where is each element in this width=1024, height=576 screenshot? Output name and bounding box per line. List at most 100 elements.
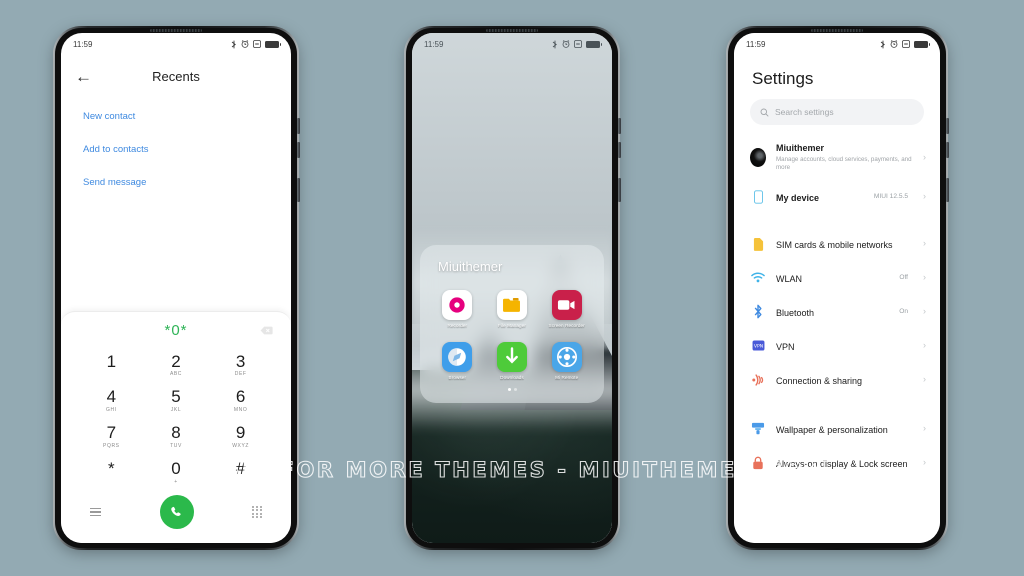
side-button-volume-down[interactable]	[297, 142, 300, 158]
dialpad-key-2[interactable]: 2 ABC	[144, 348, 209, 382]
battery-icon	[914, 40, 930, 48]
settings-group-personalization: Wallpaper & personalization › Always-on di…	[734, 412, 940, 482]
settings-row-label: VPN	[776, 341, 795, 352]
settings-row-label: Bluetooth	[776, 307, 815, 318]
app-recorder[interactable]: Recorder	[430, 290, 485, 328]
page-title: Settings	[752, 69, 814, 88]
sim-card-icon	[750, 237, 766, 251]
call-icon	[171, 506, 182, 516]
vpn-icon: VPN	[750, 340, 766, 351]
dialpad-key-star[interactable]: *	[79, 455, 144, 489]
recorder-icon	[442, 290, 473, 320]
side-button-volume-up[interactable]	[297, 118, 300, 134]
phone-homescreen: 11:59 Miuithemer Recorder File Manager Scr…	[404, 26, 621, 550]
dialpad-key-9[interactable]: 9 WXYZ	[208, 419, 273, 453]
search-placeholder: Search settings	[775, 107, 834, 117]
app-label: Mi Remote	[555, 375, 579, 380]
earpiece-icon	[811, 29, 863, 32]
alarm-icon	[890, 40, 898, 48]
page-indicator	[430, 388, 594, 391]
send-message-link[interactable]: Send message	[83, 177, 269, 188]
search-icon	[760, 108, 769, 117]
dialpad-key-digit: 2	[171, 351, 181, 371]
settings-row-label: SIM cards & mobile networks	[776, 239, 893, 250]
file-manager-icon	[496, 290, 527, 320]
dialpad-key-letters: DEF	[234, 371, 247, 378]
chevron-right-icon: ›	[923, 272, 926, 283]
settings-row-value: On	[899, 308, 908, 316]
bluetooth-icon	[231, 40, 236, 48]
dialpad-key-digit: #	[235, 459, 246, 479]
side-button-power[interactable]	[946, 178, 949, 202]
app-file-manager[interactable]: File Manager	[485, 290, 540, 328]
dialpad-key-5[interactable]: 5 JKL	[144, 383, 209, 417]
side-button-volume-down[interactable]	[946, 142, 949, 158]
settings-row-wallpaper-personalization[interactable]: Wallpaper & personalization ›	[734, 412, 940, 446]
side-button-power[interactable]	[297, 178, 300, 202]
dialpad-key-4[interactable]: 4 GHI	[79, 383, 144, 417]
side-button-volume-down[interactable]	[618, 142, 621, 158]
dialpad-key-digit: 0	[171, 459, 181, 479]
backspace-icon[interactable]	[260, 322, 273, 340]
settings-row-connection-sharing[interactable]: Connection & sharing ›	[734, 363, 940, 397]
dialpad-key-letters	[79, 479, 144, 485]
chevron-right-icon: ›	[923, 151, 926, 162]
folder-title[interactable]: Miuithemer	[438, 259, 594, 274]
phone-dialer: 11:59 ← Recents New contact Add to conta…	[53, 26, 300, 550]
side-button-power[interactable]	[618, 178, 621, 202]
settings-row-label: Always-on display & Lock screen	[776, 458, 908, 469]
dialpad-key-letters: WXYZ	[232, 443, 250, 450]
settings-row-my-device[interactable]: My device MIUI 12.5.5 ›	[734, 180, 940, 214]
settings-row-vpn[interactable]: VPN VPN ›	[734, 329, 940, 363]
app-mi-remote[interactable]: Mi Remote	[539, 342, 594, 380]
avatar	[750, 147, 766, 167]
app-folder[interactable]: Miuithemer Recorder File Manager Screen Re…	[420, 245, 604, 403]
dialpad-key-digit: 8	[171, 423, 181, 443]
side-button-volume-up[interactable]	[946, 118, 949, 134]
bluetooth-icon	[750, 304, 766, 319]
call-button[interactable]	[159, 495, 194, 529]
settings-row-always-on-display-lock-screen[interactable]: Always-on display & Lock screen ›	[734, 446, 940, 480]
keypad-icon[interactable]	[252, 505, 262, 519]
settings-row-bluetooth[interactable]: Bluetooth On ›	[734, 295, 940, 329]
dialpad-key-1[interactable]: 1	[79, 348, 144, 382]
add-to-contacts-link[interactable]: Add to contacts	[83, 144, 269, 155]
dialpad-key-digit: *	[108, 459, 115, 479]
app-screen-recorder[interactable]: Screen Recorder	[539, 290, 594, 328]
dialpad-key-digit: 7	[106, 423, 117, 443]
dialpad-key-digit: 6	[235, 387, 246, 407]
bluetooth-icon	[552, 40, 557, 48]
settings-row-sim-cards-mobile-networks[interactable]: SIM cards & mobile networks ›	[734, 227, 940, 261]
svg-text:VPN: VPN	[753, 344, 762, 350]
account-subtitle: Manage accounts, cloud services, payment…	[776, 155, 912, 171]
mi-remote-icon	[551, 342, 582, 372]
hamburger-menu-icon[interactable]	[90, 508, 102, 516]
status-icons	[552, 40, 602, 49]
app-downloads[interactable]: Downloads	[485, 342, 540, 380]
settings-row-wlan[interactable]: WLAN Off ›	[734, 261, 940, 295]
dialpad-key-letters	[208, 479, 273, 485]
dialpad-key-6[interactable]: 6 MNO	[208, 383, 273, 417]
phone1-screen: 11:59 ← Recents New contact Add to conta…	[61, 33, 291, 543]
dialer-spacer	[61, 210, 291, 311]
settings-row-account[interactable]: Miuithemer Manage accounts, cloud servic…	[734, 135, 940, 180]
dialpad-key-digit: 4	[106, 387, 117, 407]
dialed-number[interactable]: *0*	[164, 322, 187, 339]
dialpad-key-8[interactable]: 8 TUV	[144, 419, 209, 453]
search-input[interactable]: Search settings	[750, 99, 924, 125]
dialpad-key-3[interactable]: 3 DEF	[208, 348, 273, 382]
dialpad-key-letters: +	[174, 479, 178, 485]
app-browser[interactable]: Browser	[430, 342, 485, 380]
settings-row-value: Off	[899, 274, 908, 282]
dialpad-key-letters	[79, 371, 144, 377]
chevron-right-icon: ›	[923, 374, 926, 385]
dnd-icon	[574, 40, 582, 48]
side-button-volume-up[interactable]	[618, 118, 621, 134]
dialpad-key-7[interactable]: 7 PQRS	[79, 419, 144, 453]
dialpad-key-0[interactable]: 0 +	[144, 455, 209, 489]
new-contact-link[interactable]: New contact	[83, 111, 269, 122]
dialpad-keys[interactable]: 1 2 ABC 3 DEF 4 GHI 5 JKL 6 MNO 7 PQRS 8 TUV 9 WXYZ * 0 + #	[61, 344, 291, 489]
chevron-right-icon: ›	[923, 457, 926, 468]
screen-recorder-icon	[551, 290, 582, 320]
dialpad-key-hash[interactable]: #	[208, 455, 273, 489]
